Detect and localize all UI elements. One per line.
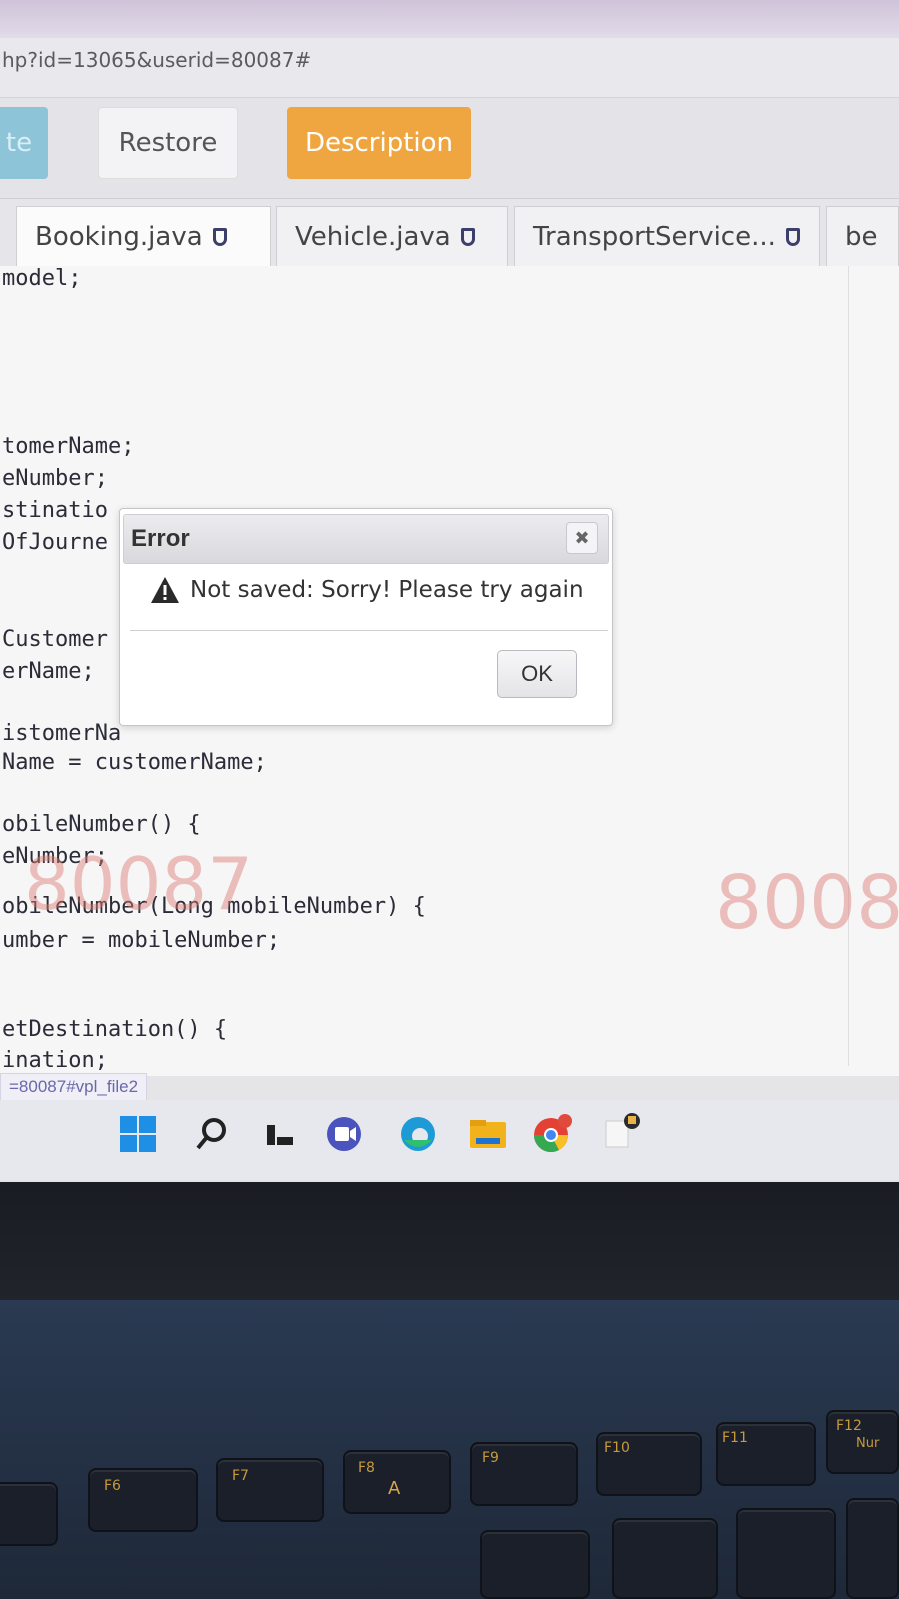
file-explorer-icon[interactable]: [466, 1112, 510, 1156]
key-label-num: Nur: [856, 1436, 880, 1451]
windows-start-icon[interactable]: [116, 1112, 160, 1156]
keyboard-key: [480, 1530, 590, 1599]
watermark-userid: 8008: [715, 860, 899, 946]
task-view-icon[interactable]: [258, 1112, 302, 1156]
tab-label: Booking.java: [35, 221, 203, 252]
restore-button[interactable]: Restore: [98, 107, 238, 179]
chrome-browser-icon[interactable]: [530, 1112, 574, 1156]
code-line: model;: [2, 266, 82, 291]
code-line: umber = mobileNumber;: [2, 928, 281, 953]
keyboard-key: [736, 1508, 836, 1599]
key-glyph-f8: A: [388, 1478, 401, 1499]
tab-vehicle-java[interactable]: Vehicle.java: [276, 206, 508, 266]
dialog-titlebar: [123, 514, 609, 564]
partial-button[interactable]: te: [0, 107, 48, 179]
keyboard-key: [0, 1482, 58, 1546]
status-bar-url: =80087#vpl_file2: [0, 1073, 148, 1101]
tab-transportservice[interactable]: TransportService...: [514, 206, 820, 266]
dialog-message: Not saved: Sorry! Please try again: [190, 577, 584, 603]
keyboard-key: [846, 1498, 899, 1599]
code-line: Customer: [2, 627, 108, 652]
dialog-divider: [130, 630, 608, 631]
code-line: Name = customerName;: [2, 750, 267, 775]
key-label-f7: F7: [232, 1468, 249, 1484]
code-line: obileNumber() {: [2, 812, 201, 837]
tab-label: TransportService...: [533, 221, 776, 252]
dialog-title: Error: [131, 525, 190, 552]
editor-margin-line: [848, 266, 849, 1066]
close-button[interactable]: ✖: [566, 522, 598, 554]
key-label-f6: F6: [104, 1478, 121, 1494]
window-top-strip: [0, 0, 899, 38]
warning-icon: [150, 576, 180, 604]
address-url[interactable]: hp?id=13065&userid=80087#: [2, 48, 311, 72]
shield-icon: [212, 227, 227, 246]
shield-icon: [785, 227, 800, 246]
tab-label: be: [845, 221, 878, 252]
code-line: OfJourne: [2, 530, 108, 555]
tab-booking-java[interactable]: Booking.java: [16, 206, 271, 266]
code-line: stinatio: [2, 498, 108, 523]
code-line: etDestination() {: [2, 1017, 228, 1042]
key-label-f11: F11: [722, 1430, 748, 1446]
key-label-f9: F9: [482, 1450, 499, 1466]
watermark-userid: 80087: [24, 842, 254, 926]
tab-label: Vehicle.java: [295, 221, 451, 252]
shield-icon: [460, 227, 475, 246]
code-line: erName;: [2, 659, 95, 684]
code-line: ination;: [2, 1048, 108, 1073]
description-button[interactable]: Description: [287, 107, 471, 179]
code-line: tomerName;: [2, 434, 135, 459]
key-label-f8: F8: [358, 1460, 375, 1476]
dialog-message-row: Not saved: Sorry! Please try again: [150, 576, 584, 604]
app-shortcut-icon[interactable]: [600, 1112, 644, 1156]
keyboard-key: [612, 1518, 718, 1599]
code-line: istomerNa: [2, 721, 122, 746]
ok-button[interactable]: OK: [497, 650, 577, 698]
key-label-f10: F10: [604, 1440, 630, 1456]
search-icon[interactable]: [190, 1112, 234, 1156]
edge-browser-icon[interactable]: [396, 1112, 440, 1156]
code-line: eNumber;: [2, 466, 108, 491]
key-label-f12: F12: [836, 1418, 862, 1434]
teams-chat-icon[interactable]: [322, 1112, 366, 1156]
tab-partial[interactable]: be: [826, 206, 899, 266]
